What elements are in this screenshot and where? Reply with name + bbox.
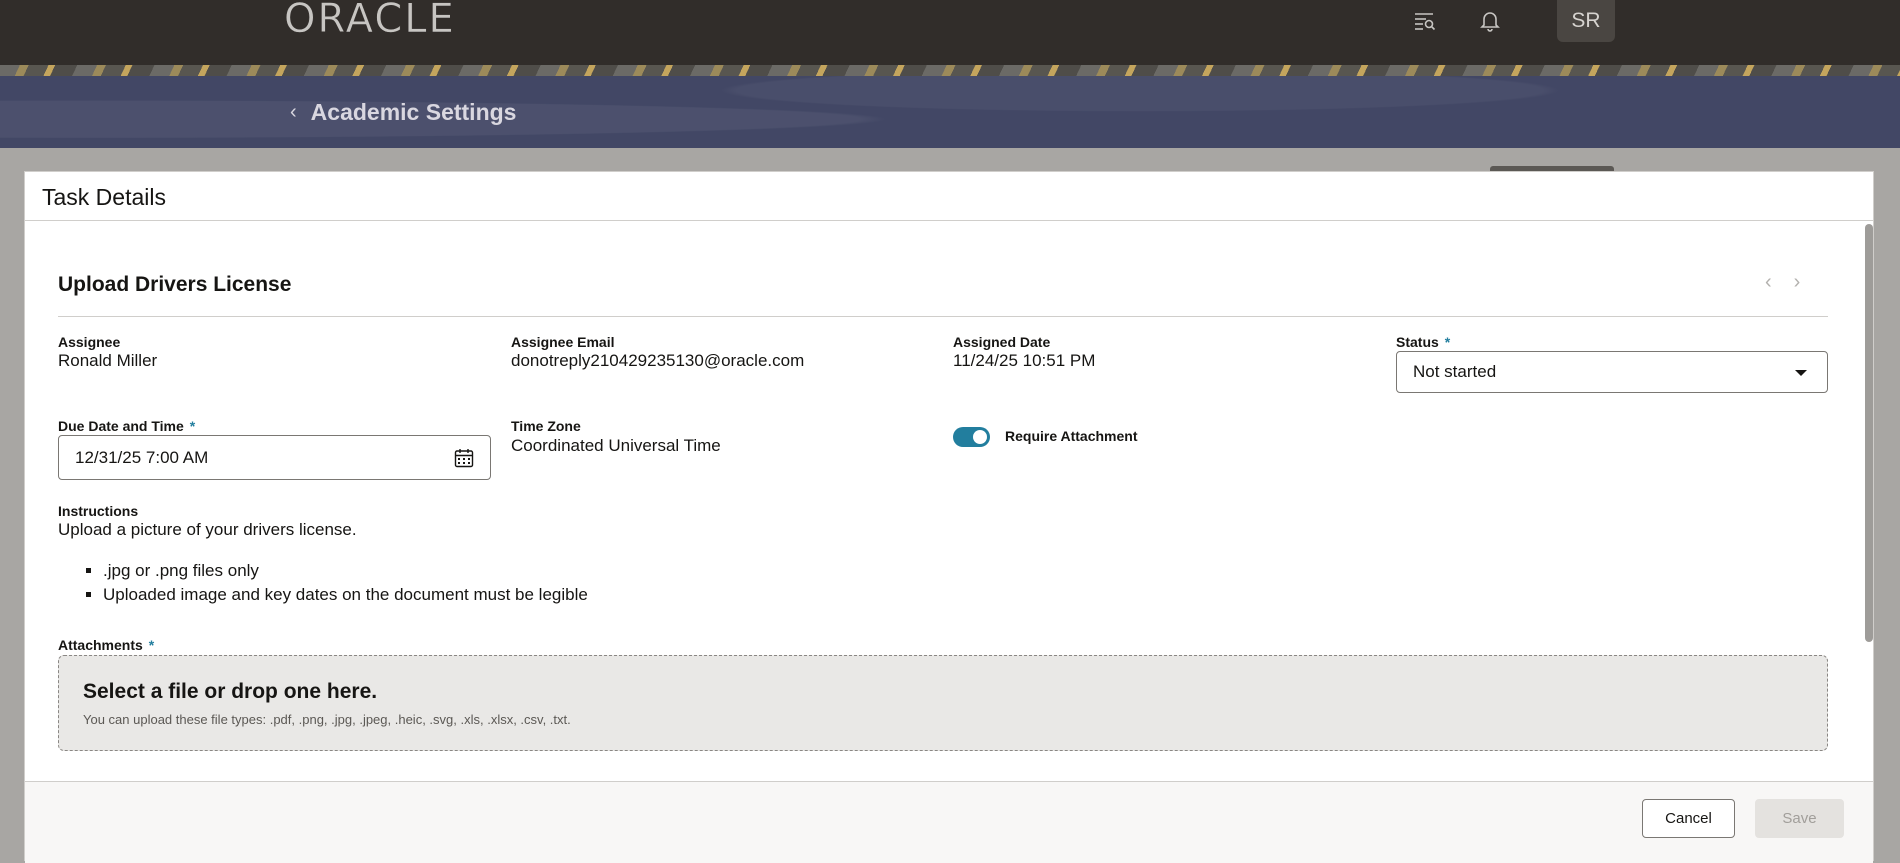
record-navigation: ‹ › (1765, 271, 1800, 294)
status-label-text: Status (1396, 334, 1439, 350)
divider (58, 316, 1828, 317)
calendar-icon[interactable] (454, 448, 474, 468)
top-header: ORACLE SR (0, 0, 1900, 65)
due-date-input[interactable]: 12/31/25 7:00 AM (58, 435, 491, 480)
bell-icon[interactable] (1475, 6, 1505, 36)
assignee-email-label: Assignee Email (511, 334, 615, 350)
assigned-date-label: Assigned Date (953, 334, 1051, 350)
assigned-date-value: 11/24/25 10:51 PM (953, 351, 1096, 370)
dropzone-file-types: You can upload these file types: .pdf, .… (83, 712, 571, 727)
required-marker: * (148, 637, 155, 653)
time-zone-value: Coordinated Universal Time (511, 436, 721, 455)
required-marker: * (1444, 334, 1451, 350)
require-attachment-toggle[interactable] (953, 427, 990, 447)
file-dropzone[interactable]: Select a file or drop one here. You can … (58, 655, 1828, 751)
time-zone-label: Time Zone (511, 418, 581, 434)
list-item: .jpg or .png files only (103, 561, 588, 580)
dialog-content: Upload Drivers License ‹ › Assignee Rona… (25, 221, 1860, 781)
back-link[interactable]: ‹ Academic Settings (290, 99, 516, 126)
required-marker: * (189, 418, 196, 434)
dropzone-title: Select a file or drop one here. (83, 680, 378, 703)
scrollbar[interactable] (1865, 224, 1873, 642)
next-icon[interactable]: › (1794, 271, 1801, 294)
require-attachment-label: Require Attachment (1005, 428, 1138, 444)
dialog-footer: Cancel Save (25, 781, 1873, 863)
assignee-label: Assignee (58, 334, 121, 350)
chevron-down-icon (1795, 370, 1807, 376)
status-label: Status * (1396, 334, 1450, 350)
attachments-label-text: Attachments (58, 637, 143, 653)
status-select-value: Not started (1413, 362, 1497, 381)
oracle-logo: ORACLE (284, 0, 456, 42)
cancel-button[interactable]: Cancel (1642, 799, 1735, 838)
dialog-header: Task Details (25, 172, 1873, 221)
assignee-value: Ronald Miller (58, 351, 158, 370)
attachments-label: Attachments * (58, 637, 154, 653)
status-select[interactable]: Not started (1396, 351, 1828, 393)
banner-pattern (0, 76, 1900, 148)
page-title: Academic Settings (310, 99, 517, 125)
list-item: Uploaded image and key dates on the docu… (103, 585, 588, 604)
banner-decoration (0, 65, 1900, 76)
search-list-icon[interactable] (1410, 6, 1440, 36)
due-date-value: 12/31/25 7:00 AM (75, 447, 209, 467)
chevron-left-icon: ‹ (290, 101, 297, 123)
instructions-text: Upload a picture of your drivers license… (58, 520, 357, 539)
assignee-email-value: donotreply210429235130@oracle.com (511, 351, 805, 370)
user-avatar[interactable]: SR (1557, 0, 1615, 42)
instructions-label: Instructions (58, 503, 139, 519)
save-button[interactable]: Save (1755, 799, 1844, 838)
page-banner: ‹ Academic Settings (0, 65, 1900, 148)
task-title: Upload Drivers License (58, 273, 292, 296)
toggle-knob (973, 430, 987, 444)
due-date-label-text: Due Date and Time (58, 418, 184, 434)
dialog-title: Task Details (42, 184, 166, 210)
task-details-dialog: Task Details Upload Drivers License ‹ › … (24, 171, 1874, 863)
previous-icon[interactable]: ‹ (1765, 271, 1772, 294)
instructions-list: .jpg or .png files only Uploaded image a… (83, 561, 588, 609)
due-date-label: Due Date and Time * (58, 418, 195, 434)
